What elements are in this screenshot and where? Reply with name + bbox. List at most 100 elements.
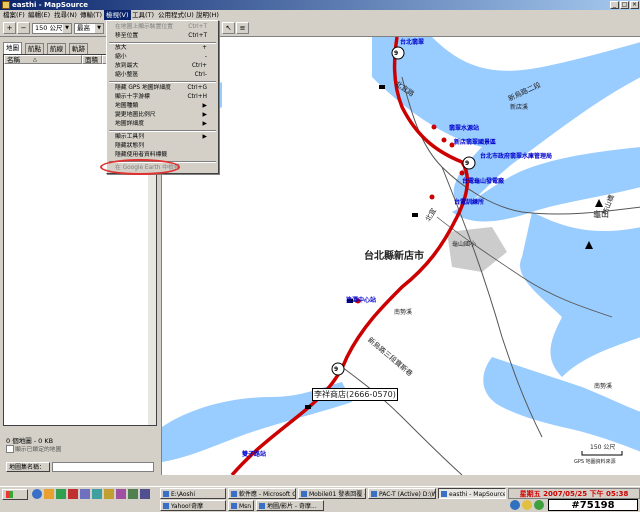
menu-transfer[interactable]: 傳輸(T) bbox=[78, 10, 104, 20]
chevron-down-icon: ▼ bbox=[95, 24, 103, 33]
menu-item-zoom-max[interactable]: 放到最大 Ctrl+ bbox=[115, 62, 215, 71]
poi-label-12: 台北翡翠 bbox=[400, 39, 425, 46]
column-header-area[interactable]: 面積 bbox=[82, 55, 102, 64]
task-map-video[interactable]: 地圖/影片 - 奇摩... bbox=[256, 500, 324, 511]
menu-item-toolbars[interactable]: 顯示工具列 ▶ bbox=[115, 133, 215, 142]
menu-item-hide-gps-detail[interactable]: 隱藏 GPS 地圖詳細度 Ctrl+G bbox=[115, 84, 215, 93]
city-label: 台北縣新店市 bbox=[364, 251, 424, 262]
route-9-label-south: 9 bbox=[334, 366, 339, 373]
outlook-icon[interactable] bbox=[44, 489, 54, 499]
minimize-button[interactable]: _ bbox=[610, 1, 619, 9]
ie-icon[interactable] bbox=[32, 489, 42, 499]
menu-item-statusbar[interactable]: 隱藏狀態列 bbox=[115, 142, 215, 151]
menu-separator bbox=[109, 81, 216, 83]
tray-network-icon[interactable] bbox=[510, 500, 520, 510]
tab-routes[interactable]: 航線 bbox=[47, 43, 66, 54]
map-credit: GPS 地圖資料來源 bbox=[574, 459, 616, 465]
submenu-arrow-icon: ▶ bbox=[202, 103, 207, 109]
submenu-arrow-icon: ▶ bbox=[202, 121, 207, 127]
poi-label-11: 南勢溪 bbox=[594, 383, 613, 390]
view-menu: 在地圖上顯示裝置位置 Ctrl+T 移至位置 Ctrl+T 放大 + 縮小 - 放到最大… bbox=[106, 20, 219, 174]
task-pact[interactable]: PAC-T (Active) D:\W... bbox=[368, 488, 436, 499]
title-bar: easthi - MapSource _ □ × bbox=[0, 0, 640, 10]
poi-label-3: 台北市政府翡翠水庫管理局 bbox=[480, 153, 553, 160]
poi-label-10: 雙子路站 bbox=[242, 451, 267, 458]
menu-item-zoom-fit[interactable]: 縮小整區 Ctrl- bbox=[115, 71, 215, 80]
submenu-arrow-icon: ▶ bbox=[202, 112, 207, 118]
menu-item-crosshair[interactable]: 顯示十字游標 Ctrl+H bbox=[115, 93, 215, 102]
tab-maps[interactable]: 地圖 bbox=[3, 42, 22, 54]
start-button[interactable] bbox=[2, 489, 28, 500]
map-name-button[interactable]: 地圖集名稱： bbox=[6, 462, 50, 472]
menu-view[interactable]: 檢視(V) bbox=[104, 10, 131, 20]
taskbar: E:\Aoshi 軟件應 - Microsoft O... Mobile01 發… bbox=[0, 486, 640, 512]
highlight-circle bbox=[100, 159, 180, 175]
task-mobile01[interactable]: Mobile01 發表回覆 - ... bbox=[298, 488, 366, 499]
maximize-button[interactable]: □ bbox=[620, 1, 629, 9]
route-tool-icon[interactable]: ≡ bbox=[236, 22, 249, 34]
menu-item-zoom-out[interactable]: 縮小 - bbox=[115, 53, 215, 62]
menu-find[interactable]: 找尋(N) bbox=[52, 10, 79, 20]
window-title: easthi - MapSource bbox=[12, 1, 89, 9]
menu-item-zoom-in[interactable]: 放大 + bbox=[115, 44, 215, 53]
route-9-label-middle: 9 bbox=[465, 160, 470, 167]
poi-label-8: 南勢溪 bbox=[394, 309, 413, 316]
route-9-label-north: 9 bbox=[394, 50, 399, 57]
windows-logo-icon bbox=[6, 491, 13, 498]
quicklaunch-icon-3[interactable] bbox=[92, 489, 102, 499]
task-office[interactable]: 軟件應 - Microsoft O... bbox=[228, 488, 296, 499]
menu-tools[interactable]: 工具(T) bbox=[130, 10, 156, 20]
menu-bar: 檔案(F) 編輯(E) 找尋(N) 傳輸(T) 檢視(V) 工具(T) 公用程式… bbox=[0, 10, 640, 20]
map-name-field[interactable] bbox=[52, 462, 154, 472]
detail-select[interactable]: 最高 ▼ bbox=[74, 23, 104, 34]
zoom-in-icon[interactable]: + bbox=[3, 22, 16, 34]
close-button[interactable]: × bbox=[630, 1, 639, 9]
car-icon bbox=[379, 85, 385, 89]
map-view[interactable]: 9 9 9 北宜路 北宜 新烏路二段 新烏路三段寶斯巷 台北縣新店市 李祥商店(… bbox=[161, 37, 640, 475]
pointer-tool-icon[interactable]: ↖ bbox=[222, 22, 235, 34]
scale-label: 150 公尺 bbox=[590, 444, 616, 451]
quicklaunch-icon[interactable] bbox=[68, 489, 78, 499]
task-explorer[interactable]: E:\Aoshi bbox=[160, 488, 226, 499]
poi-label-6: 龜山國小 bbox=[452, 241, 477, 248]
toolbar: + − 150 公尺 ▼ 最高 ▼ ↖ ≡ bbox=[0, 20, 640, 37]
quicklaunch-icon-5[interactable] bbox=[116, 489, 126, 499]
menu-item-map-type[interactable]: 地圖種類 ▶ bbox=[115, 102, 215, 111]
quicklaunch-icon-2[interactable] bbox=[80, 489, 90, 499]
menu-item-scale[interactable]: 變更地圖比例尺 ▶ bbox=[115, 111, 215, 120]
task-msn[interactable]: Msn bbox=[228, 500, 254, 511]
sort-arrow-icon: △ bbox=[33, 57, 37, 63]
quicklaunch-icon-6[interactable] bbox=[128, 489, 138, 499]
menu-item-detail[interactable]: 地圖詳細度 ▶ bbox=[115, 120, 215, 129]
poi-label-9: 新店溪 bbox=[510, 104, 529, 111]
zoom-out-icon[interactable]: − bbox=[17, 22, 30, 34]
column-header-name[interactable]: 名稱 △ bbox=[4, 55, 82, 64]
chevron-down-icon: ▼ bbox=[63, 24, 71, 33]
poi-marker-icon bbox=[431, 124, 437, 130]
quicklaunch-icon-7[interactable] bbox=[140, 489, 150, 499]
menu-file[interactable]: 檔案(F) bbox=[1, 10, 27, 20]
tray-volume-icon[interactable] bbox=[522, 500, 532, 510]
app-icon[interactable] bbox=[2, 1, 10, 9]
task-mapsource[interactable]: easthi - MapSource bbox=[438, 488, 506, 499]
car-icon bbox=[412, 213, 418, 217]
tab-tracks[interactable]: 軌跡 bbox=[69, 43, 88, 54]
task-yahoo[interactable]: Yahoo!奇摩 bbox=[160, 500, 226, 511]
zoom-scale-select[interactable]: 150 公尺 ▼ bbox=[32, 23, 72, 34]
submenu-arrow-icon: ▶ bbox=[202, 134, 207, 140]
menu-item-show-device: 在地圖上顯示裝置位置 Ctrl+T bbox=[115, 24, 207, 30]
tray-app-icon[interactable] bbox=[534, 500, 544, 510]
menu-separator bbox=[109, 130, 216, 132]
poi-label-2: 新店翡翠國景區 bbox=[454, 139, 497, 146]
poi-marker-icon bbox=[429, 194, 435, 200]
system-clock[interactable]: 星期五 2007/05/25 下午 05:38 bbox=[508, 488, 640, 499]
menu-utilities[interactable]: 公用程式(U) bbox=[156, 10, 196, 20]
poi-marker-icon bbox=[441, 137, 447, 143]
menu-item-goto[interactable]: 移至位置 Ctrl+T bbox=[115, 32, 215, 41]
quicklaunch-icon-4[interactable] bbox=[104, 489, 114, 499]
desktop-icon[interactable] bbox=[56, 489, 66, 499]
menu-help[interactable]: 說明(H) bbox=[194, 10, 221, 20]
menu-edit[interactable]: 編輯(E) bbox=[26, 10, 52, 20]
poi-label-4: 台電龜山發電廠 bbox=[462, 178, 505, 185]
tab-waypoints[interactable]: 航點 bbox=[25, 43, 44, 54]
